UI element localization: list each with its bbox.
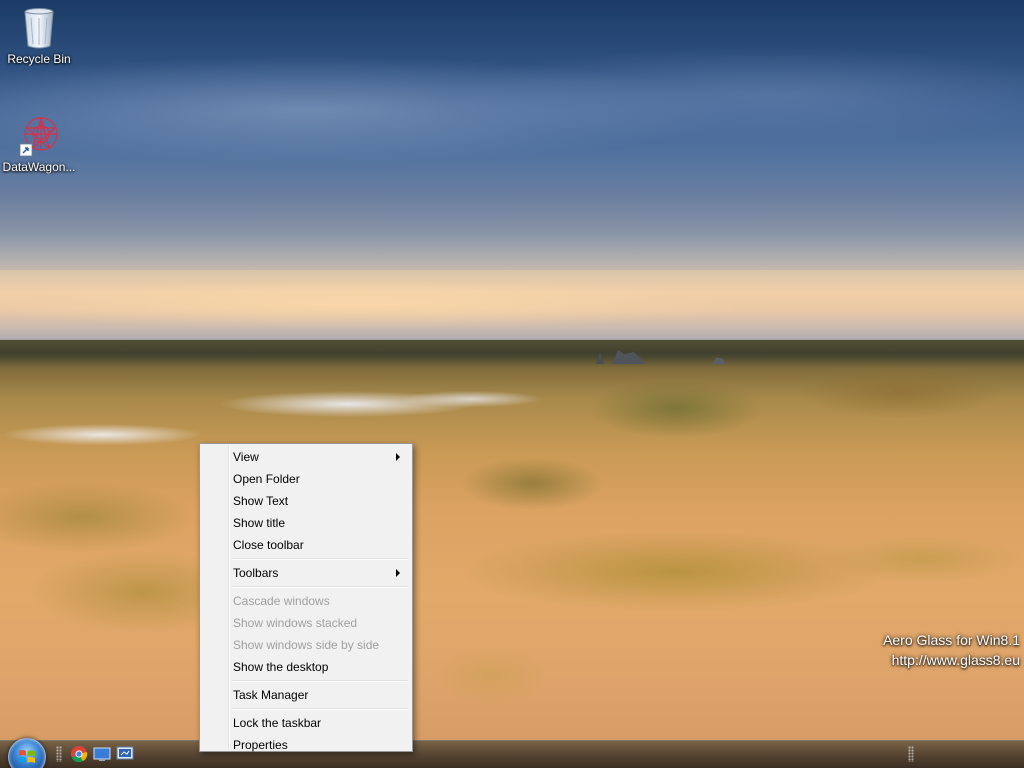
recycle-bin-icon bbox=[24, 8, 54, 49]
chrome-icon[interactable] bbox=[70, 745, 88, 763]
menu-item-label: View bbox=[233, 450, 259, 464]
taskbar-grip-left[interactable] bbox=[56, 746, 62, 762]
wallpaper-horizon-glow bbox=[0, 280, 1024, 340]
wallpaper-sea-stacks bbox=[596, 350, 726, 364]
menu-item-label: Close toolbar bbox=[233, 538, 304, 552]
menu-item-lock-the-taskbar[interactable]: Lock the taskbar bbox=[202, 712, 410, 734]
taskbar-grip-right[interactable] bbox=[908, 746, 914, 762]
remote-desktop-icon[interactable] bbox=[116, 745, 134, 763]
taskbar[interactable] bbox=[0, 740, 1024, 768]
menu-item-toolbars[interactable]: Toolbars bbox=[202, 562, 410, 584]
menu-separator bbox=[232, 680, 408, 682]
menu-item-cascade-windows: Cascade windows bbox=[202, 590, 410, 612]
windows-flag-icon bbox=[19, 750, 35, 763]
watermark-line-2: http://www.glass8.eu bbox=[891, 652, 1020, 668]
desktop[interactable]: Recycle Bin DataWagon... Aero Glass for … bbox=[0, 0, 1024, 768]
menu-item-label: Show windows side by side bbox=[233, 638, 380, 652]
menu-item-label: Show the desktop bbox=[233, 660, 329, 674]
menu-item-show-the-desktop[interactable]: Show the desktop bbox=[202, 656, 410, 678]
menu-item-label: Lock the taskbar bbox=[233, 716, 322, 730]
menu-separator bbox=[232, 586, 408, 588]
menu-separator bbox=[232, 558, 408, 560]
menu-item-view[interactable]: View bbox=[202, 446, 410, 468]
menu-item-label: Open Folder bbox=[233, 472, 300, 486]
menu-item-properties[interactable]: Properties bbox=[202, 734, 410, 756]
menu-separator bbox=[232, 708, 408, 710]
wallpaper-clouds bbox=[0, 40, 1024, 180]
menu-item-show-text[interactable]: Show Text bbox=[202, 490, 410, 512]
desktop-icon-label: Recycle Bin bbox=[7, 52, 71, 66]
menu-item-show-windows-stacked: Show windows stacked bbox=[202, 612, 410, 634]
submenu-arrow-icon bbox=[396, 453, 400, 461]
start-button[interactable] bbox=[8, 738, 46, 768]
desktop-icon-label: DataWagon... bbox=[2, 160, 76, 174]
menu-item-show-title[interactable]: Show title bbox=[202, 512, 410, 534]
menu-item-label: Task Manager bbox=[233, 688, 309, 702]
menu-item-task-manager[interactable]: Task Manager bbox=[202, 684, 410, 706]
menu-item-show-windows-side-by-side: Show windows side by side bbox=[202, 634, 410, 656]
datawagon-icon bbox=[19, 115, 58, 157]
taskbar-context-menu: View Open Folder Show Text Show title Cl… bbox=[199, 443, 413, 752]
menu-item-label: Show windows stacked bbox=[233, 616, 358, 630]
desktop-icon-recycle-bin[interactable]: Recycle Bin bbox=[0, 6, 78, 66]
menu-item-label: Properties bbox=[233, 738, 288, 752]
menu-item-close-toolbar[interactable]: Close toolbar bbox=[202, 534, 410, 556]
menu-item-label: Cascade windows bbox=[233, 594, 330, 608]
menu-item-label: Show title bbox=[233, 516, 286, 530]
desktop-show-icon[interactable] bbox=[93, 745, 111, 763]
submenu-arrow-icon bbox=[396, 569, 400, 577]
menu-item-open-folder[interactable]: Open Folder bbox=[202, 468, 410, 490]
wallpaper-grass bbox=[0, 350, 1024, 768]
watermark-line-1: Aero Glass for Win8.1 bbox=[883, 632, 1020, 648]
menu-item-label: Toolbars bbox=[233, 566, 279, 580]
aero-glass-watermark: Aero Glass for Win8.1 http://www.glass8.… bbox=[883, 630, 1020, 670]
menu-item-label: Show Text bbox=[233, 494, 289, 508]
desktop-icon-datawagon[interactable]: DataWagon... bbox=[0, 114, 78, 174]
